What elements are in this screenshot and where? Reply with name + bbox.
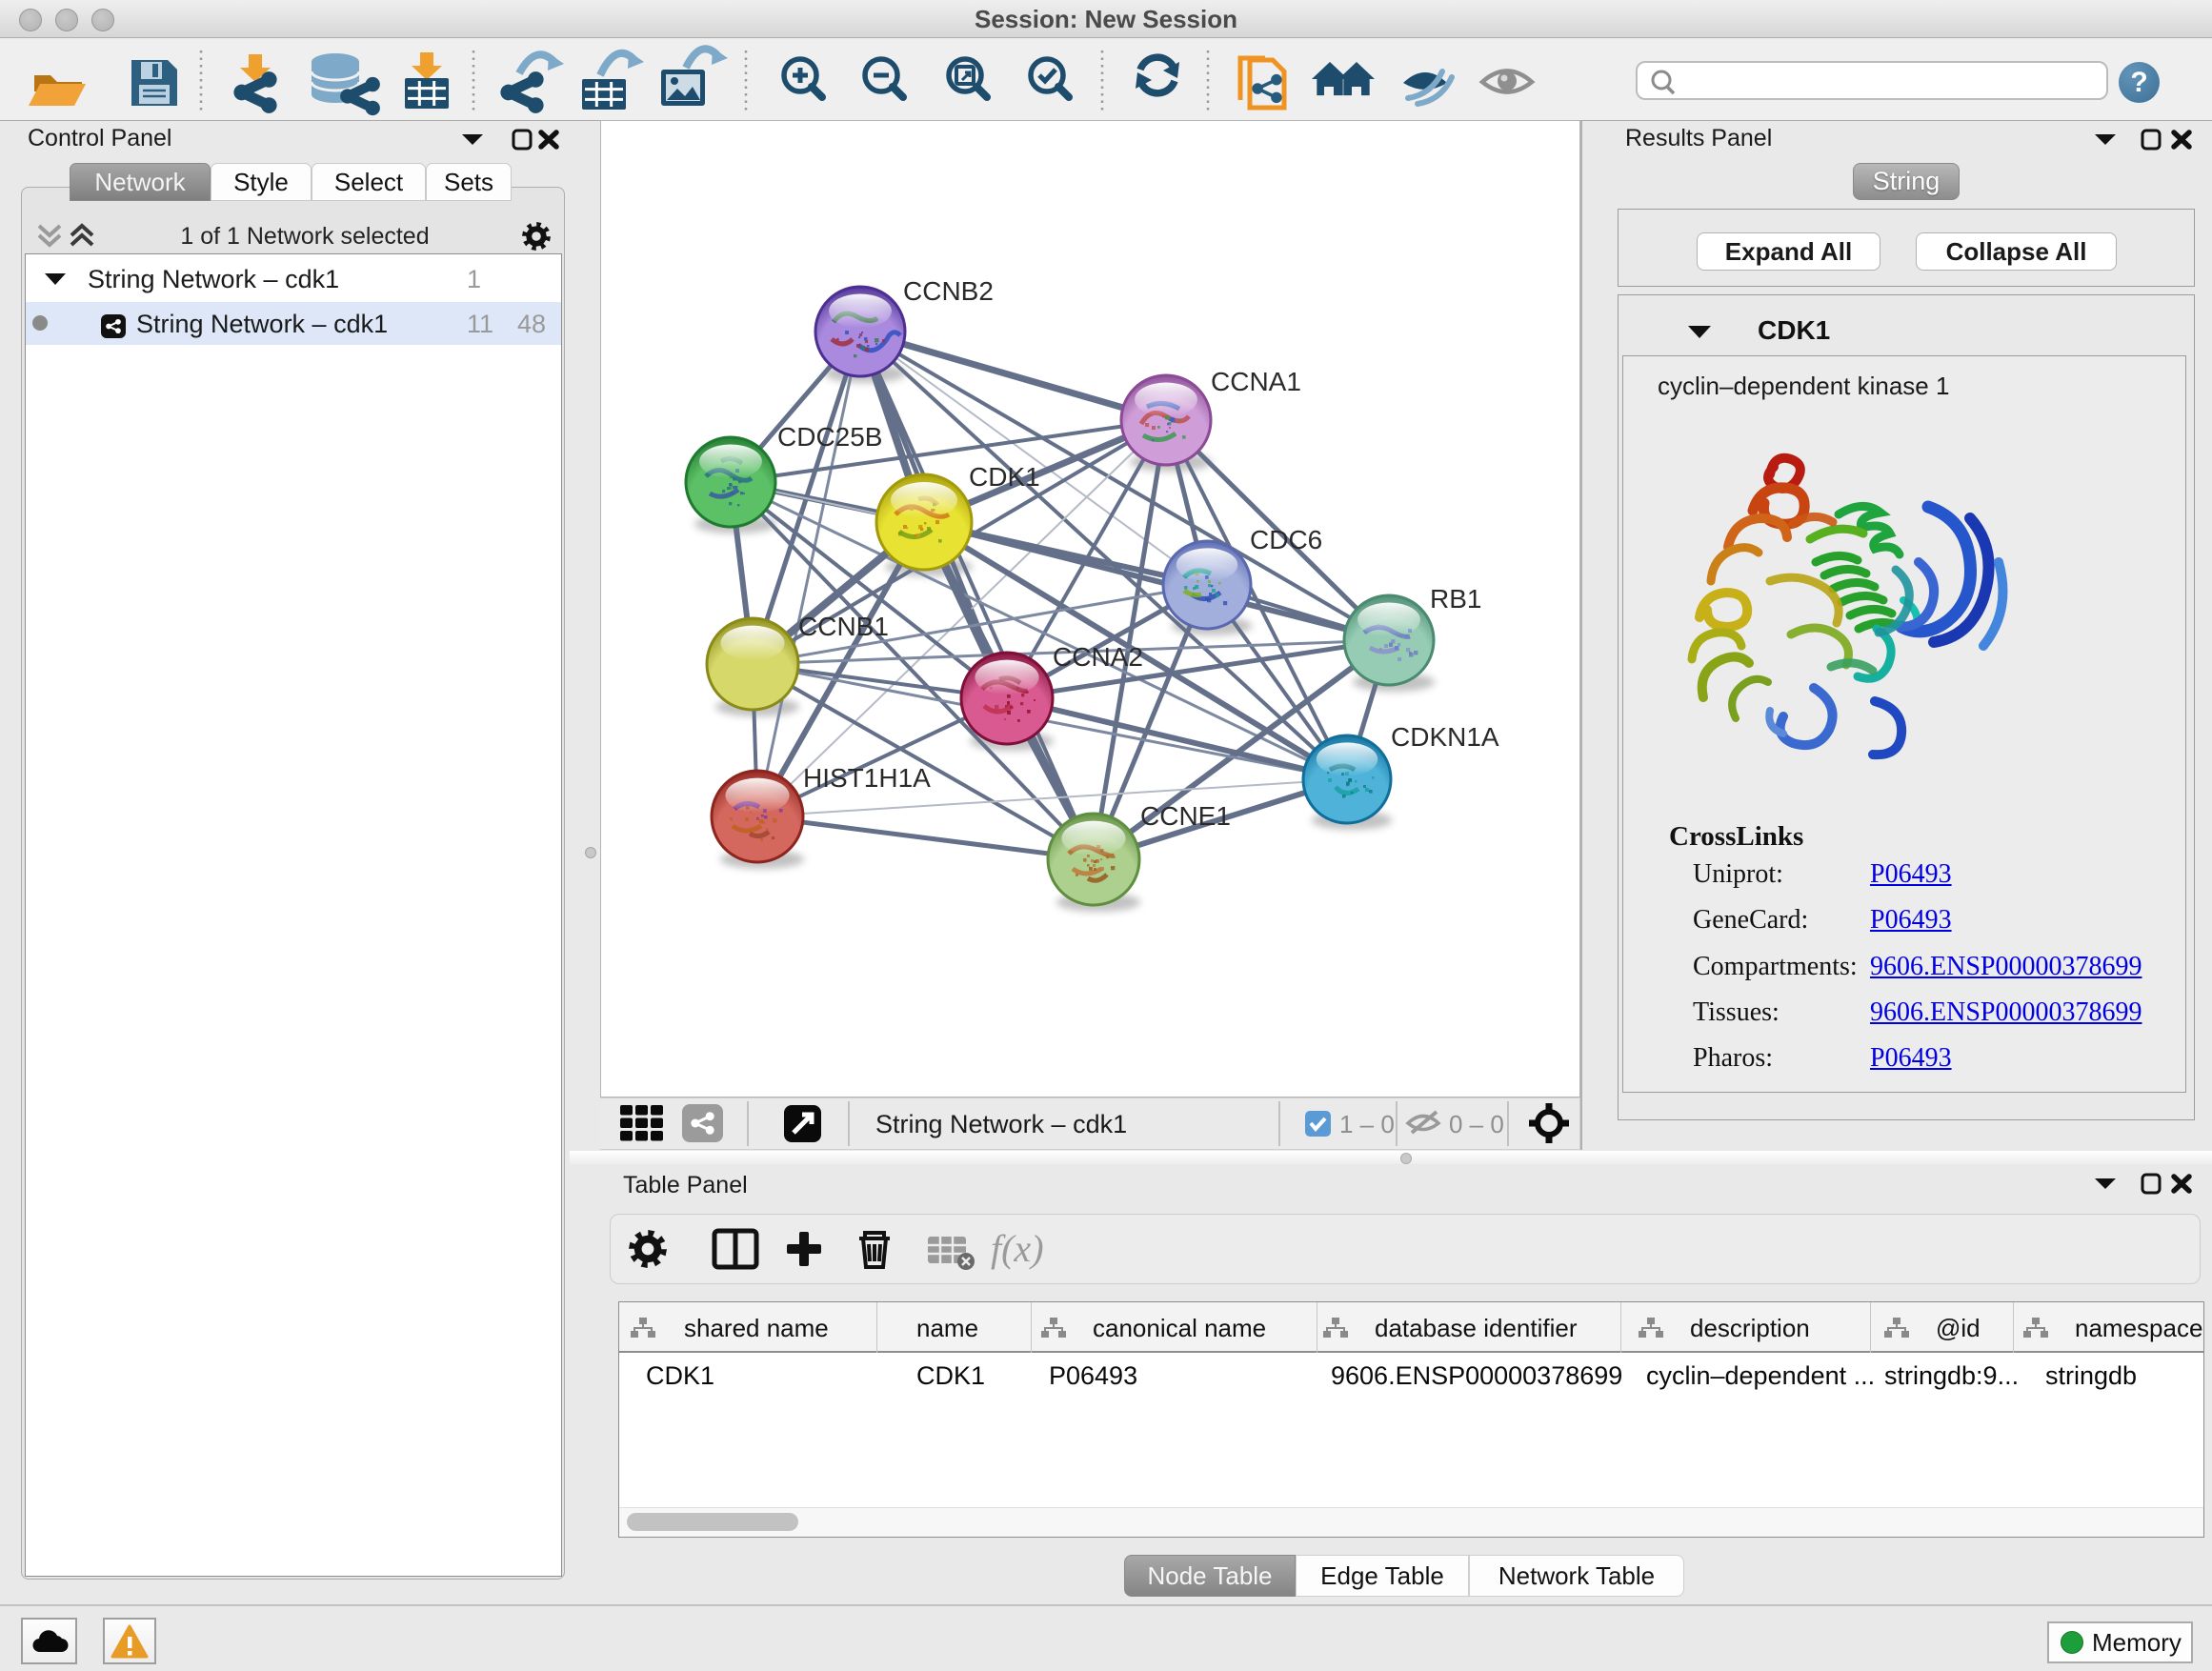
svg-text:CDK1: CDK1 xyxy=(969,462,1040,492)
svg-text:CCNB2: CCNB2 xyxy=(903,276,994,306)
svg-text:CCNB1: CCNB1 xyxy=(798,612,889,641)
svg-text:CDKN1A: CDKN1A xyxy=(1391,722,1499,752)
svg-text:CDC6: CDC6 xyxy=(1250,525,1322,554)
svg-text:f(x): f(x) xyxy=(991,1227,1044,1270)
svg-text:String Network – cdk1: String Network – cdk1 xyxy=(875,1110,1127,1138)
svg-text:CCNA1: CCNA1 xyxy=(1211,367,1301,396)
svg-text:CCNA2: CCNA2 xyxy=(1053,642,1143,672)
svg-text:HIST1H1A: HIST1H1A xyxy=(803,763,931,793)
svg-text:CDC25B: CDC25B xyxy=(777,422,882,452)
svg-text:CCNE1: CCNE1 xyxy=(1140,801,1231,831)
svg-text:0 – 0: 0 – 0 xyxy=(1449,1110,1504,1138)
svg-text:1 – 0: 1 – 0 xyxy=(1339,1110,1395,1138)
svg-text:RB1: RB1 xyxy=(1430,584,1481,614)
